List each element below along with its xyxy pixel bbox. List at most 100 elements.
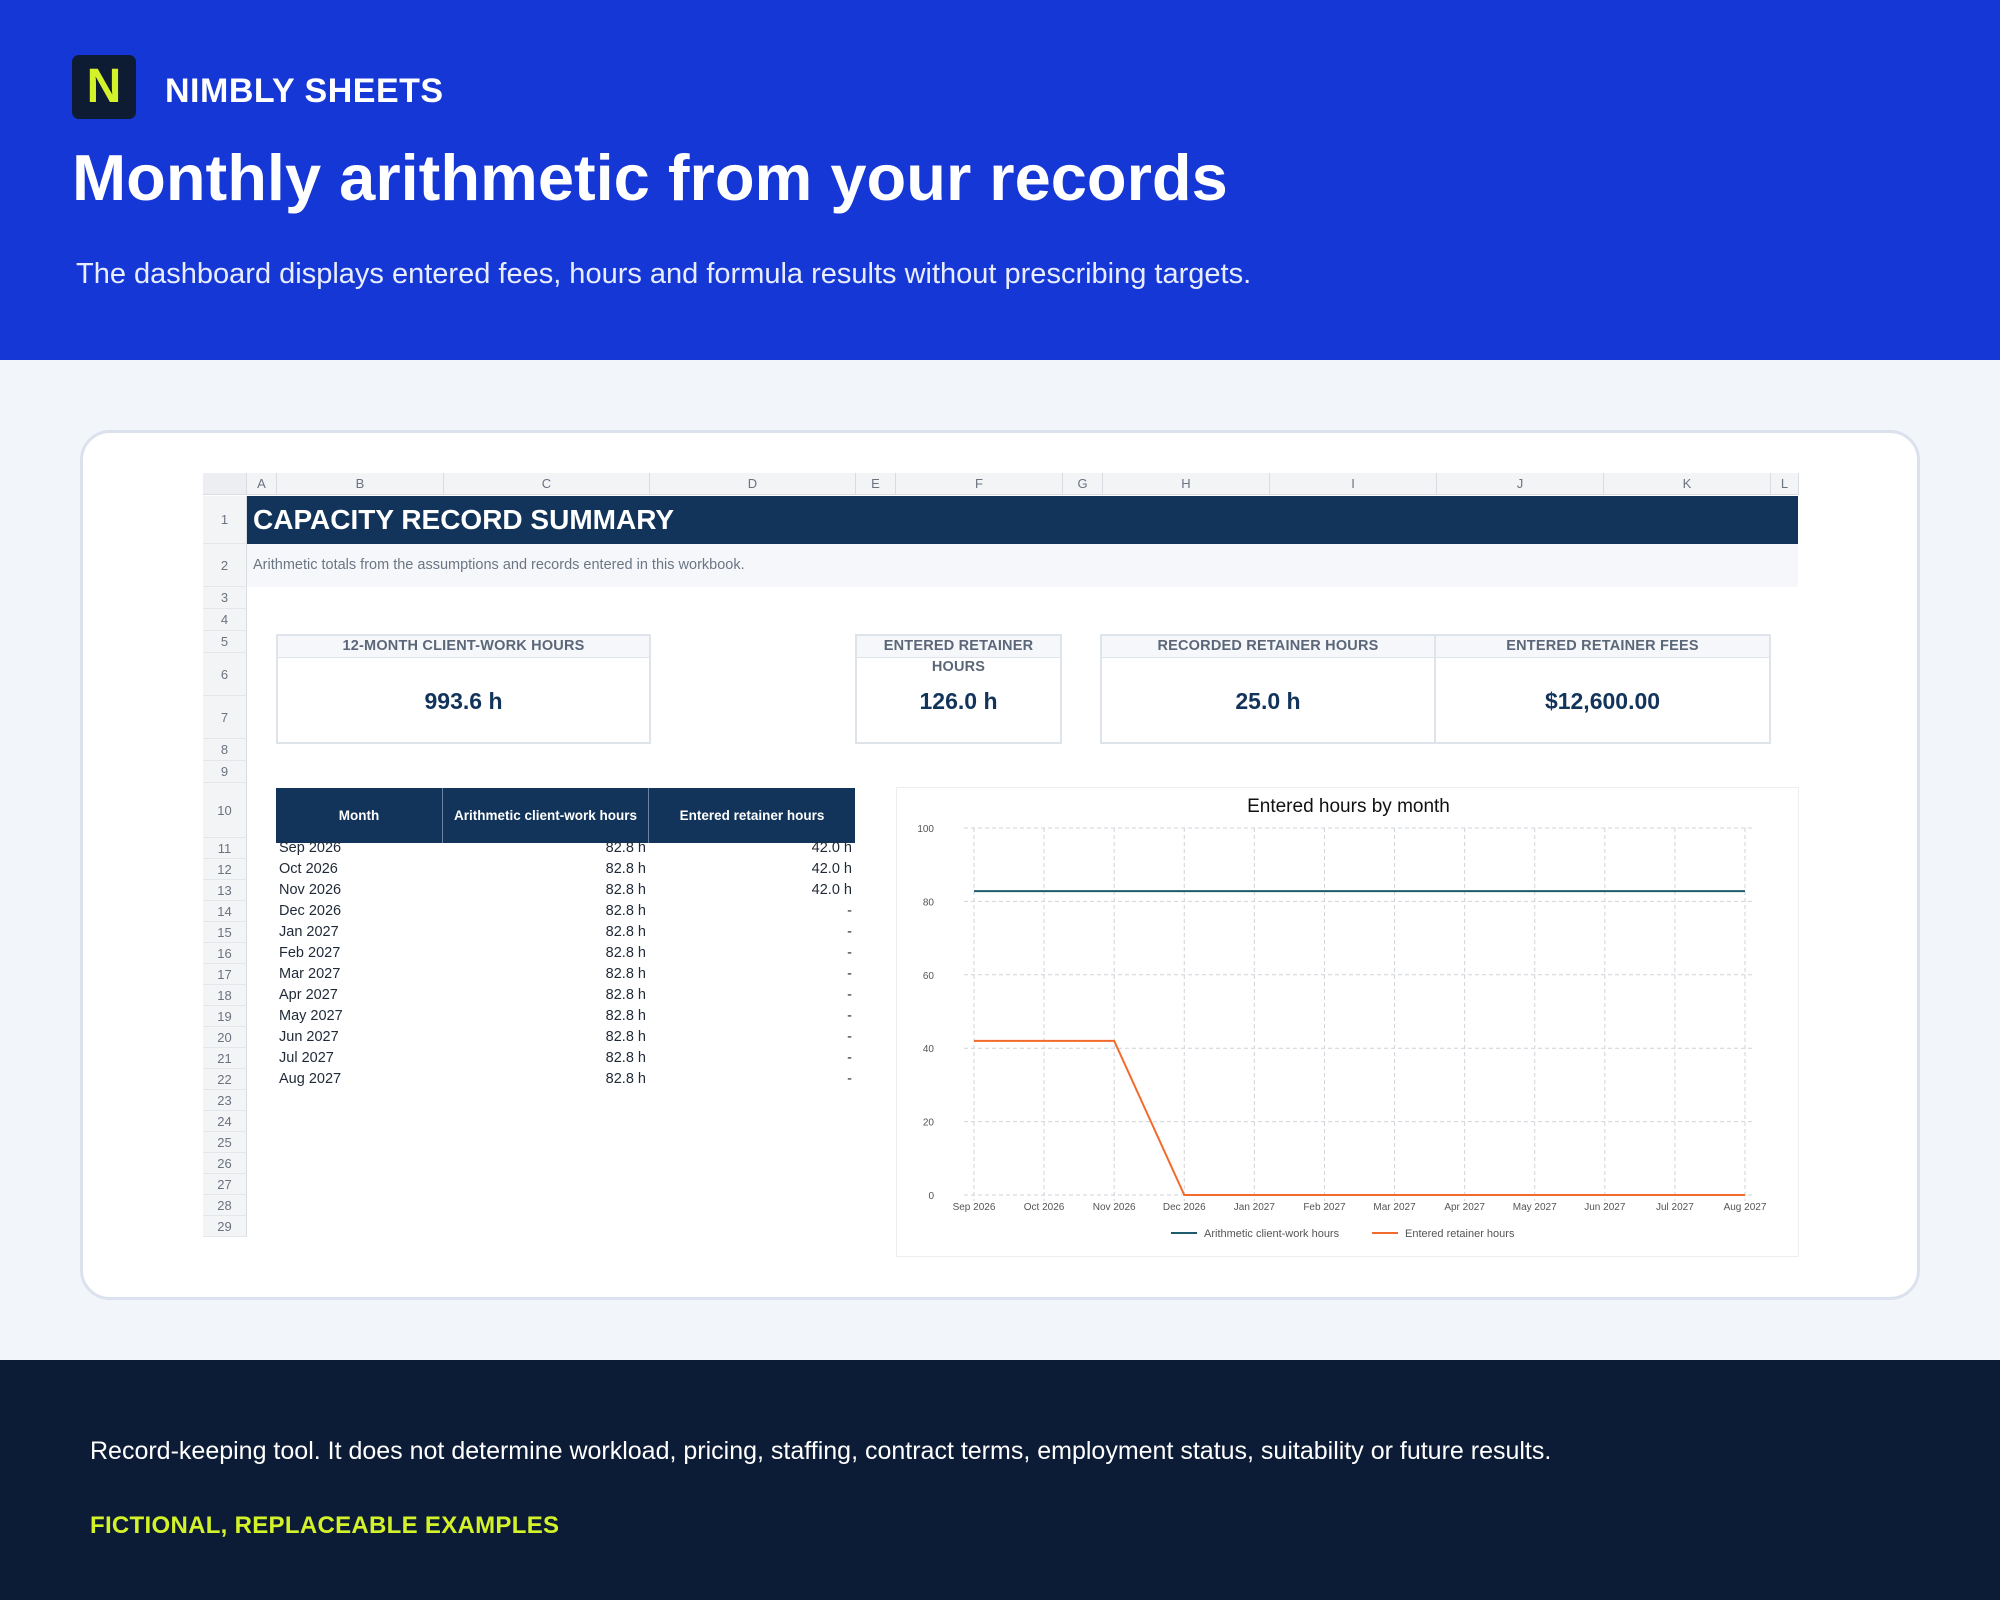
month-cell[interactable]: Feb 2027 (279, 943, 439, 964)
select-all-corner[interactable] (203, 473, 247, 495)
row-header-9[interactable]: 9 (203, 761, 247, 783)
row-header-8[interactable]: 8 (203, 739, 247, 761)
client-work-hours-cell[interactable]: 82.8 h (443, 964, 646, 985)
page-subtitle: The dashboard displays entered fees, hou… (76, 258, 1252, 290)
month-cell[interactable]: Jan 2027 (279, 922, 439, 943)
row-header-18[interactable]: 18 (203, 985, 247, 1006)
column-header-k[interactable]: K (1604, 473, 1771, 495)
retainer-hours-cell[interactable]: - (649, 985, 852, 1006)
month-cell[interactable]: Nov 2026 (279, 880, 439, 901)
row-header-4[interactable]: 4 (203, 609, 247, 631)
row-header-23[interactable]: 23 (203, 1090, 247, 1111)
x-tick-label: Aug 2027 (1724, 1202, 1767, 1213)
brand-name: NIMBLY SHEETS (165, 72, 444, 110)
retainer-hours-cell[interactable]: - (649, 943, 852, 964)
column-header-i[interactable]: I (1270, 473, 1437, 495)
client-work-hours-cell[interactable]: 82.8 h (443, 838, 646, 859)
column-header-b[interactable]: B (277, 473, 444, 495)
month-cell[interactable]: Jul 2027 (279, 1048, 439, 1069)
row-header-7[interactable]: 7 (203, 696, 247, 739)
month-cell[interactable]: Oct 2026 (279, 859, 439, 880)
column-header-g[interactable]: G (1063, 473, 1103, 495)
kpi-value: 25.0 h (1235, 688, 1301, 714)
month-cell[interactable]: May 2027 (279, 1006, 439, 1027)
row-header-15[interactable]: 15 (203, 922, 247, 943)
row-header-22[interactable]: 22 (203, 1069, 247, 1090)
month-cell[interactable]: Aug 2027 (279, 1069, 439, 1090)
row-header-17[interactable]: 17 (203, 964, 247, 985)
row-header-20[interactable]: 20 (203, 1027, 247, 1048)
row-header-2[interactable]: 2 (203, 544, 247, 587)
row-header-3[interactable]: 3 (203, 587, 247, 609)
retainer-hours-cell[interactable]: - (649, 1048, 852, 1069)
column-header-f[interactable]: F (896, 473, 1063, 495)
row-header-1[interactable]: 1 (203, 496, 247, 544)
x-tick-label: Nov 2026 (1093, 1202, 1136, 1213)
client-work-hours-cell[interactable]: 82.8 h (443, 901, 646, 922)
column-header-c[interactable]: C (444, 473, 650, 495)
y-tick-label: 20 (923, 1118, 935, 1129)
retainer-hours-cell[interactable]: - (649, 1006, 852, 1027)
row-header-10[interactable]: 10 (203, 783, 247, 838)
sheet-note[interactable]: Arithmetic totals from the assumptions a… (247, 544, 1798, 587)
row-header-19[interactable]: 19 (203, 1006, 247, 1027)
retainer-hours-cell[interactable]: - (649, 1069, 852, 1090)
column-header-a[interactable]: A (247, 473, 277, 495)
kpi-entered-retainer-hours[interactable]: ENTERED RETAINER HOURS 126.0 h (855, 634, 1062, 744)
kpi-label: 12-MONTH CLIENT-WORK HOURS (278, 636, 649, 658)
sheet-title[interactable]: CAPACITY RECORD SUMMARY (247, 496, 1798, 544)
row-header-28[interactable]: 28 (203, 1195, 247, 1216)
table-header-month[interactable]: Month (276, 788, 443, 843)
x-tick-label: May 2027 (1513, 1202, 1557, 1213)
client-work-hours-cell[interactable]: 82.8 h (443, 1006, 646, 1027)
kpi-entered-retainer-fees[interactable]: ENTERED RETAINER FEES $12,600.00 (1434, 634, 1771, 744)
row-header-21[interactable]: 21 (203, 1048, 247, 1069)
client-work-hours-cell[interactable]: 82.8 h (443, 1027, 646, 1048)
row-header-25[interactable]: 25 (203, 1132, 247, 1153)
retainer-hours-cell[interactable]: 42.0 h (649, 859, 852, 880)
table-header-retainer-hours[interactable]: Entered retainer hours (649, 788, 855, 843)
row-header-26[interactable]: 26 (203, 1153, 247, 1174)
retainer-hours-cell[interactable]: - (649, 901, 852, 922)
kpi-client-work-hours[interactable]: 12-MONTH CLIENT-WORK HOURS 993.6 h (276, 634, 651, 744)
row-header-27[interactable]: 27 (203, 1174, 247, 1195)
legend-label: Entered retainer hours (1405, 1228, 1515, 1240)
client-work-hours-cell[interactable]: 82.8 h (443, 985, 646, 1006)
row-header-24[interactable]: 24 (203, 1111, 247, 1132)
client-work-hours-cell[interactable]: 82.8 h (443, 943, 646, 964)
row-header-16[interactable]: 16 (203, 943, 247, 964)
x-tick-label: Oct 2026 (1024, 1202, 1065, 1213)
kpi-recorded-retainer-hours[interactable]: RECORDED RETAINER HOURS 25.0 h (1100, 634, 1436, 744)
x-tick-label: Mar 2027 (1373, 1202, 1416, 1213)
row-header-14[interactable]: 14 (203, 901, 247, 922)
table-header-client-work-hours[interactable]: Arithmetic client-work hours (443, 788, 649, 843)
client-work-hours-cell[interactable]: 82.8 h (443, 1048, 646, 1069)
row-header-5[interactable]: 5 (203, 631, 247, 653)
client-work-hours-cell[interactable]: 82.8 h (443, 1069, 646, 1090)
month-cell[interactable]: Sep 2026 (279, 838, 439, 859)
column-header-h[interactable]: H (1103, 473, 1270, 495)
month-cell[interactable]: Mar 2027 (279, 964, 439, 985)
row-header-11[interactable]: 11 (203, 838, 247, 859)
row-header-13[interactable]: 13 (203, 880, 247, 901)
row-header-29[interactable]: 29 (203, 1216, 247, 1237)
kpi-label: ENTERED RETAINER HOURS (857, 636, 1060, 675)
month-cell[interactable]: Jun 2027 (279, 1027, 439, 1048)
hours-line-chart[interactable]: Entered hours by month 0 20 40 60 80 100 Sep 2… (896, 787, 1799, 1257)
column-header-l[interactable]: L (1771, 473, 1799, 495)
column-header-j[interactable]: J (1437, 473, 1604, 495)
row-header-6[interactable]: 6 (203, 653, 247, 696)
row-header-12[interactable]: 12 (203, 859, 247, 880)
column-header-d[interactable]: D (650, 473, 856, 495)
retainer-hours-cell[interactable]: - (649, 922, 852, 943)
client-work-hours-cell[interactable]: 82.8 h (443, 922, 646, 943)
retainer-hours-cell[interactable]: 42.0 h (649, 838, 852, 859)
retainer-hours-cell[interactable]: 42.0 h (649, 880, 852, 901)
retainer-hours-cell[interactable]: - (649, 964, 852, 985)
column-header-e[interactable]: E (856, 473, 896, 495)
month-cell[interactable]: Apr 2027 (279, 985, 439, 1006)
month-cell[interactable]: Dec 2026 (279, 901, 439, 922)
retainer-hours-cell[interactable]: - (649, 1027, 852, 1048)
client-work-hours-cell[interactable]: 82.8 h (443, 880, 646, 901)
client-work-hours-cell[interactable]: 82.8 h (443, 859, 646, 880)
